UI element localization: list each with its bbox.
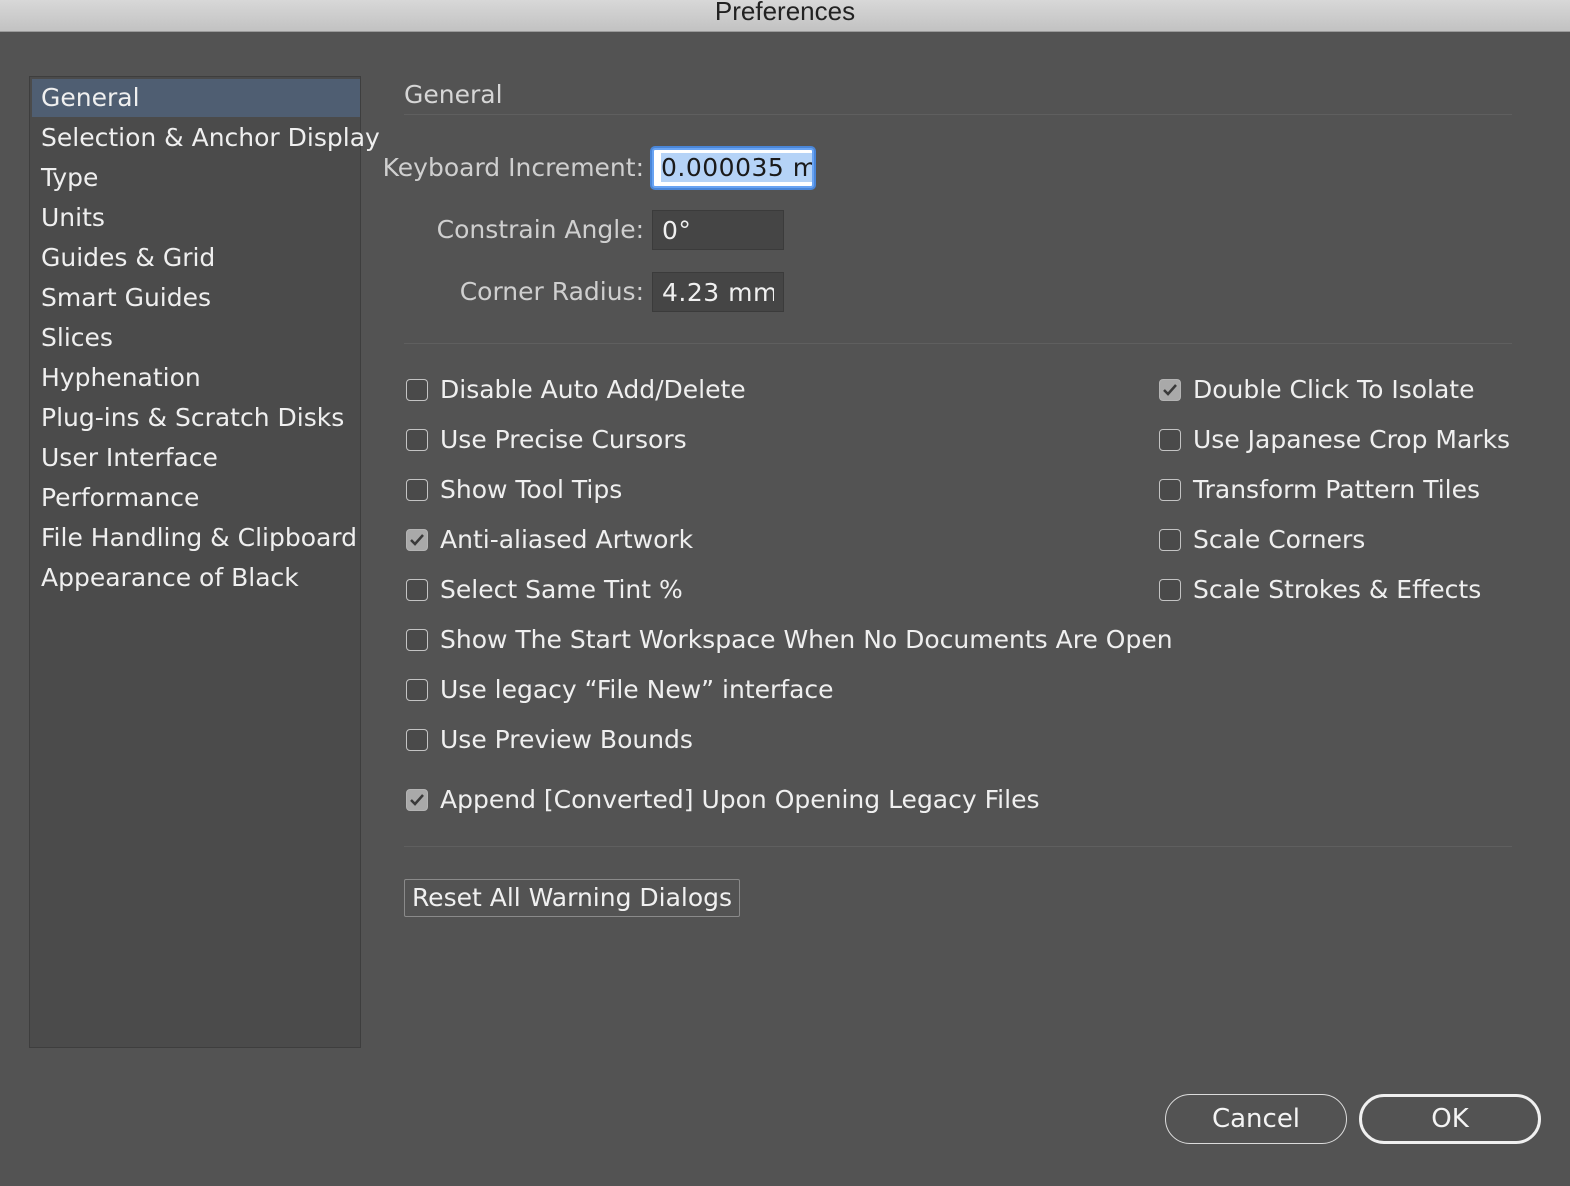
show-tool-tips-label: Show Tool Tips (440, 475, 623, 504)
scale-strokes-effects-option[interactable]: Scale Strokes & Effects (1159, 572, 1481, 608)
scale-corners-option[interactable]: Scale Corners (1159, 522, 1365, 558)
sidebar-item-general[interactable]: General (32, 79, 360, 117)
use-preview-bounds-checkbox[interactable] (406, 729, 428, 751)
double-click-to-isolate-option[interactable]: Double Click To Isolate (1159, 372, 1474, 408)
show-start-workspace-checkbox[interactable] (406, 629, 428, 651)
append-converted-checkbox[interactable] (406, 789, 428, 811)
reset-all-warning-dialogs-button[interactable]: Reset All Warning Dialogs (404, 879, 740, 917)
sidebar-item-slices[interactable]: Slices (32, 319, 360, 357)
constrain-angle-input[interactable] (652, 210, 784, 250)
use-japanese-crop-marks-checkbox[interactable] (1159, 429, 1181, 451)
sidebar-item-guides-grid[interactable]: Guides & Grid (32, 239, 360, 277)
constrain-angle-label: Constrain Angle: (436, 215, 644, 244)
sidebar-item-appearance-of-black[interactable]: Appearance of Black (32, 559, 360, 597)
sidebar-item-units[interactable]: Units (32, 199, 360, 237)
divider (404, 343, 1512, 344)
transform-pattern-tiles-checkbox[interactable] (1159, 479, 1181, 501)
select-same-tint-checkbox[interactable] (406, 579, 428, 601)
transform-pattern-tiles-label: Transform Pattern Tiles (1193, 475, 1480, 504)
select-same-tint-option[interactable]: Select Same Tint % (406, 572, 683, 608)
show-tool-tips-option[interactable]: Show Tool Tips (406, 472, 622, 508)
use-precise-cursors-label: Use Precise Cursors (440, 425, 687, 454)
sidebar-item-type[interactable]: Type (32, 159, 360, 197)
sidebar-item-user-interface[interactable]: User Interface (32, 439, 360, 477)
sidebar-item-plugins-scratch-disks[interactable]: Plug-ins & Scratch Disks (32, 399, 360, 437)
anti-aliased-artwork-option[interactable]: Anti-aliased Artwork (406, 522, 693, 558)
corner-radius-label: Corner Radius: (459, 277, 644, 306)
double-click-to-isolate-label: Double Click To Isolate (1193, 375, 1475, 404)
keyboard-increment-label: Keyboard Increment: (382, 153, 644, 182)
select-same-tint-label: Select Same Tint % (440, 575, 683, 604)
disable-auto-add-delete-checkbox[interactable] (406, 379, 428, 401)
sidebar-item-smart-guides[interactable]: Smart Guides (32, 279, 360, 317)
use-precise-cursors-option[interactable]: Use Precise Cursors (406, 422, 687, 458)
panel-title: General (404, 80, 503, 109)
use-legacy-file-new-checkbox[interactable] (406, 679, 428, 701)
sidebar-item-selection-anchor-display[interactable]: Selection & Anchor Display (32, 119, 380, 157)
divider (404, 846, 1512, 847)
cancel-button[interactable]: Cancel (1165, 1094, 1347, 1144)
use-preview-bounds-option[interactable]: Use Preview Bounds (406, 722, 693, 758)
use-legacy-file-new-option[interactable]: Use legacy “File New” interface (406, 672, 834, 708)
use-precise-cursors-checkbox[interactable] (406, 429, 428, 451)
transform-pattern-tiles-option[interactable]: Transform Pattern Tiles (1159, 472, 1480, 508)
show-start-workspace-label: Show The Start Workspace When No Documen… (440, 625, 1173, 654)
use-preview-bounds-label: Use Preview Bounds (440, 725, 693, 754)
disable-auto-add-delete-label: Disable Auto Add/Delete (440, 375, 746, 404)
keyboard-increment-input[interactable]: 0.000035 mm (652, 148, 814, 188)
sidebar-item-hyphenation[interactable]: Hyphenation (32, 359, 360, 397)
window-titlebar: Preferences (0, 0, 1570, 32)
preferences-sidebar: General Selection & Anchor Display Type … (29, 76, 380, 1048)
append-converted-option[interactable]: Append [Converted] Upon Opening Legacy F… (406, 782, 1039, 818)
anti-aliased-artwork-label: Anti-aliased Artwork (440, 525, 694, 554)
scale-strokes-effects-label: Scale Strokes & Effects (1193, 575, 1482, 604)
corner-radius-input[interactable] (652, 272, 784, 312)
use-legacy-file-new-label: Use legacy “File New” interface (440, 675, 834, 704)
divider (404, 114, 1512, 115)
sidebar-item-performance[interactable]: Performance (32, 479, 360, 517)
show-start-workspace-option[interactable]: Show The Start Workspace When No Documen… (406, 622, 1173, 658)
keyboard-increment-value: 0.000035 mm (661, 153, 812, 182)
scale-corners-label: Scale Corners (1193, 525, 1366, 554)
scale-corners-checkbox[interactable] (1159, 529, 1181, 551)
append-converted-label: Append [Converted] Upon Opening Legacy F… (440, 785, 1040, 814)
use-japanese-crop-marks-label: Use Japanese Crop Marks (1193, 425, 1511, 454)
sidebar-item-file-handling-clipboard[interactable]: File Handling & Clipboard (32, 519, 360, 557)
disable-auto-add-delete-option[interactable]: Disable Auto Add/Delete (406, 372, 746, 408)
window-title: Preferences (714, 0, 856, 26)
anti-aliased-artwork-checkbox[interactable] (406, 529, 428, 551)
show-tool-tips-checkbox[interactable] (406, 479, 428, 501)
ok-button[interactable]: OK (1359, 1094, 1541, 1144)
double-click-to-isolate-checkbox[interactable] (1159, 379, 1181, 401)
use-japanese-crop-marks-option[interactable]: Use Japanese Crop Marks (1159, 422, 1510, 458)
scale-strokes-effects-checkbox[interactable] (1159, 579, 1181, 601)
